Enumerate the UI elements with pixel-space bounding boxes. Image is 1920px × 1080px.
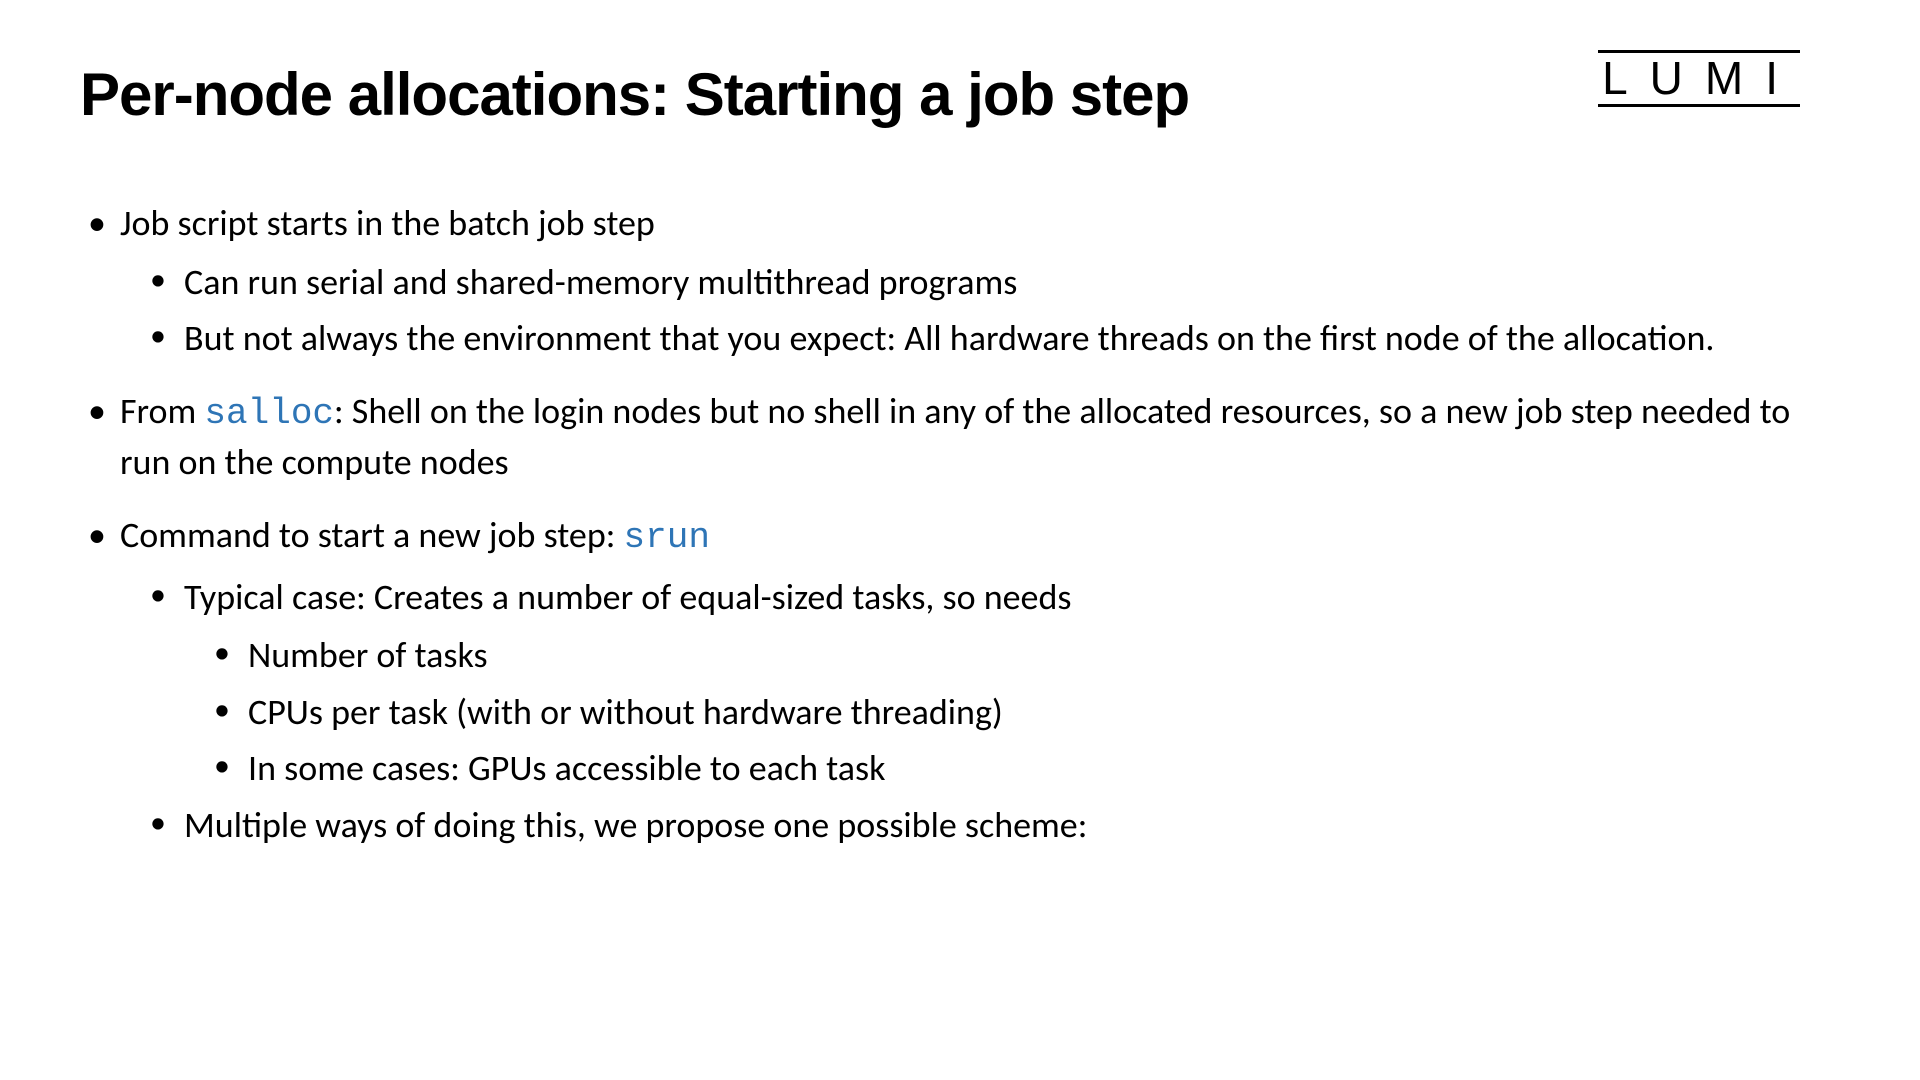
sub-bullet-list: Typical case: Creates a number of equal-…: [120, 573, 1840, 850]
logo-text: LUMI: [1598, 50, 1800, 107]
bullet-text: Number of tasks: [248, 633, 488, 677]
bullet-text: Can run serial and shared-memory multith…: [184, 260, 1017, 304]
bullet-text-pre: Command to start a new job step:: [120, 513, 624, 557]
bullet-text: Typical case: Creates a number of equal-…: [184, 575, 1071, 619]
code-srun: srun: [624, 517, 710, 558]
bullet-item-1: Job script starts in the batch job step …: [80, 199, 1840, 363]
slide: Per-node allocations: Starting a job ste…: [0, 0, 1920, 1080]
sub-sub-bullet-list: Number of tasks CPUs per task (with or w…: [184, 631, 1840, 793]
bullet-list: Job script starts in the batch job step …: [80, 199, 1840, 850]
bullet-text: Job script starts in the batch job step: [120, 201, 655, 245]
sub-bullet-item: Typical case: Creates a number of equal-…: [138, 573, 1840, 793]
bullet-text-pre: From: [120, 389, 204, 433]
bullet-text: But not always the environment that you …: [184, 316, 1715, 360]
bullet-text: In some cases: GPUs accessible to each t…: [248, 746, 885, 790]
slide-header: Per-node allocations: Starting a job ste…: [80, 60, 1840, 129]
bullet-text: Multiple ways of doing this, we propose …: [184, 803, 1087, 847]
sub-sub-bullet-item: Number of tasks: [202, 631, 1840, 680]
bullet-item-2: From salloc: Shell on the login nodes bu…: [80, 387, 1840, 487]
logo: LUMI: [1598, 50, 1800, 107]
sub-sub-bullet-item: In some cases: GPUs accessible to each t…: [202, 744, 1840, 793]
bullet-text: CPUs per task (with or without hardware …: [248, 690, 1003, 734]
sub-bullet-list: Can run serial and shared-memory multith…: [120, 258, 1840, 363]
sub-sub-bullet-item: CPUs per task (with or without hardware …: [202, 688, 1840, 737]
bullet-item-3: Command to start a new job step: srun Ty…: [80, 511, 1840, 850]
slide-title: Per-node allocations: Starting a job ste…: [80, 60, 1189, 129]
slide-content: Job script starts in the batch job step …: [80, 199, 1840, 850]
code-salloc: salloc: [204, 393, 334, 434]
sub-bullet-item: Multiple ways of doing this, we propose …: [138, 801, 1840, 850]
bullet-text-post: : Shell on the login nodes but no shell …: [120, 389, 1790, 485]
sub-bullet-item: But not always the environment that you …: [138, 314, 1840, 363]
sub-bullet-item: Can run serial and shared-memory multith…: [138, 258, 1840, 307]
